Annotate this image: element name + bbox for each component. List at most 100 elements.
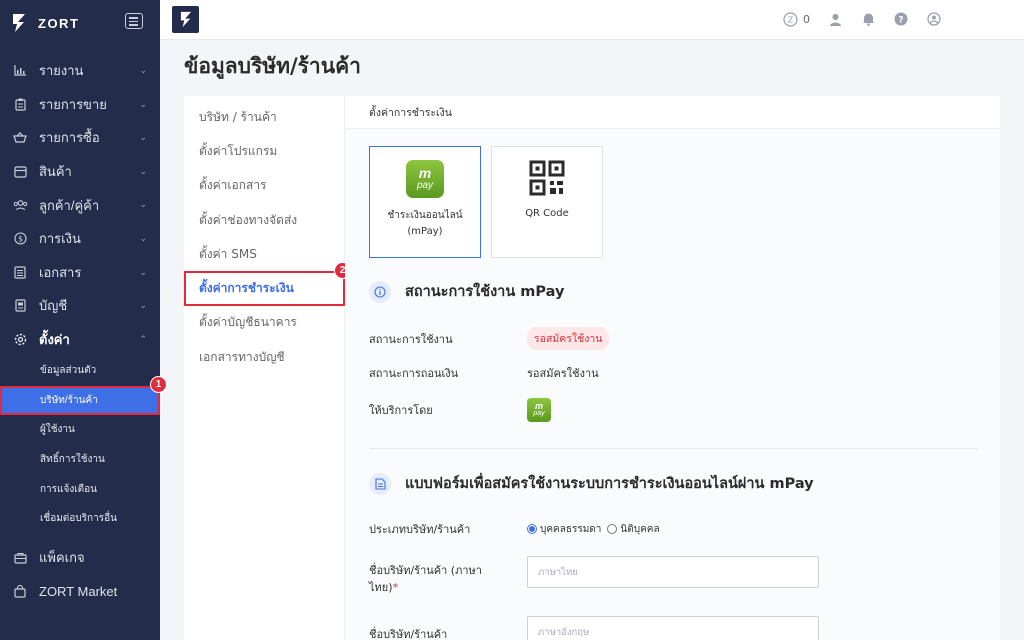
status-badge: รอสมัครใช้งาน — [527, 327, 610, 350]
settings-menu-bank[interactable]: ตั้งค่าบัญชีธนาคาร — [184, 306, 345, 340]
brand[interactable]: ZORT — [12, 10, 79, 36]
chevron-down-icon: ⌄ — [139, 233, 147, 244]
sidebar-item-purchases[interactable]: รายการซื้อ ⌄ — [0, 121, 160, 155]
sidebar-item-label: รายงาน — [39, 63, 84, 79]
provider-row: ให้บริการโดย m pay — [369, 398, 551, 422]
topbar-actions: Z 0 ? — [782, 11, 942, 27]
radio-individual[interactable]: บุคคลธรรมดา — [527, 522, 601, 537]
sidebar-item-label: ZORT Market — [39, 583, 118, 599]
dollar-icon: $ — [12, 231, 28, 247]
box-icon — [12, 164, 28, 180]
sidebar-item-label: การเงิน — [39, 231, 81, 247]
company-name-en-input[interactable]: ภาษาอังกฤษ — [527, 616, 819, 640]
sidebar-item-package[interactable]: แพ็คเกจ — [0, 541, 160, 575]
withdraw-status-value: รอสมัครใช้งาน — [527, 367, 599, 380]
submenu-users[interactable]: ผู้ใช้งาน — [0, 415, 160, 445]
settings-menu-payment[interactable]: ตั้งค่าการชำระเงิน — [184, 271, 345, 306]
svg-text:?: ? — [898, 16, 903, 26]
settings-menu: บริษัท / ร้านค้า ตั้งค่าโปรแกรม ตั้งค่าเ… — [184, 96, 351, 640]
chevron-down-icon: ⌄ — [139, 66, 147, 76]
settings-menu-shipping[interactable]: ตั้งค่าช่องทางจัดส่ง — [184, 203, 345, 237]
payment-settings-content: ตั้งค่าการชำระเงิน m pay ชำระเงินออนไลน์… — [345, 96, 1000, 640]
clipboard-icon — [12, 96, 28, 112]
card-label: QR Code — [525, 208, 569, 219]
coin-icon[interactable]: Z — [782, 11, 798, 27]
company-name-th-input[interactable]: ภาษาไทย — [527, 556, 819, 588]
chevron-down-icon: ⌄ — [139, 166, 147, 177]
account-icon[interactable] — [926, 11, 942, 27]
withdraw-status-row: สถานะการถอนเงิน รอสมัครใช้งาน — [369, 364, 599, 382]
sidebar-item-label: ตั้งค่า — [39, 332, 70, 348]
users-icon — [12, 197, 28, 213]
sidebar-item-report[interactable]: รายงาน ⌄ — [0, 54, 160, 88]
chevron-down-icon: ⌄ — [139, 267, 147, 278]
submenu-permissions[interactable]: สิทธิ์การใช้งาน — [0, 445, 160, 475]
submenu-company-label: บริษัท/ร้านค้า — [40, 394, 98, 406]
basket-icon — [12, 130, 28, 146]
user-icon[interactable] — [827, 11, 843, 27]
divider — [369, 448, 977, 449]
topbar: Z 0 ? — [160, 0, 1024, 40]
status-row: สถานะการใช้งาน รอสมัครใช้งาน — [369, 327, 610, 350]
zort-logo-icon[interactable] — [172, 6, 199, 33]
document-icon — [369, 472, 391, 495]
gear-icon — [12, 332, 28, 348]
sidebar-item-finance[interactable]: $ การเงิน ⌄ — [0, 222, 160, 256]
chevron-down-icon: ⌄ — [139, 99, 147, 110]
settings-menu-accounting-docs[interactable]: เอกสารทางบัญชี — [184, 340, 345, 374]
mpay-form-heading: แบบฟอร์มเพื่อสมัครใช้งานระบบการชำระเงินอ… — [369, 472, 814, 495]
mpay-status-heading: สถานะการใช้งาน mPay — [369, 280, 564, 303]
sidebar-bottom-nav: แพ็คเกจ ZORT Market — [0, 541, 160, 608]
sidebar-item-accounting[interactable]: บัญชี ⌄ — [0, 289, 160, 323]
settings-menu-company[interactable]: บริษัท / ร้านค้า — [184, 100, 345, 134]
bell-icon[interactable] — [860, 11, 876, 27]
svg-text:$: $ — [17, 235, 22, 244]
payment-card-qr[interactable]: QR Code — [491, 146, 603, 258]
svg-text:Z: Z — [787, 15, 793, 24]
sidebar-item-sales[interactable]: รายการขาย ⌄ — [0, 88, 160, 122]
sidebar-item-label: บัญชี — [39, 298, 68, 314]
sidebar-item-customers[interactable]: ลูกค้า/คู่ค้า ⌄ — [0, 188, 160, 222]
chevron-down-icon: ⌄ — [139, 200, 147, 211]
mpay-logo-icon: m pay — [527, 398, 551, 422]
document-icon — [12, 264, 28, 280]
help-icon[interactable]: ? — [893, 11, 909, 27]
package-icon — [12, 550, 28, 566]
payment-method-cards: m pay ชำระเงินออนไลน์ (mPay) QR Code — [369, 146, 603, 258]
required-mark: * — [392, 581, 399, 594]
bar-chart-icon — [12, 63, 28, 79]
settings-submenu: ข้อมูลส่วนตัว บริษัท/ร้านค้า ผู้ใช้งาน ส… — [0, 356, 160, 534]
info-icon — [369, 280, 391, 303]
sidebar-item-market[interactable]: ZORT Market — [0, 575, 160, 609]
payment-card-mpay[interactable]: m pay ชำระเงินออนไลน์ (mPay) — [369, 146, 481, 258]
submenu-profile[interactable]: ข้อมูลส่วนตัว — [0, 356, 160, 386]
settings-menu-program[interactable]: ตั้งค่าโปรแกรม — [184, 134, 345, 168]
sidebar-item-label: สินค้า — [39, 164, 72, 180]
sidebar-item-products[interactable]: สินค้า ⌄ — [0, 155, 160, 189]
sidebar-item-documents[interactable]: เอกสาร ⌄ — [0, 256, 160, 290]
qr-code-icon — [529, 160, 565, 196]
settings-menu-documents[interactable]: ตั้งค่าเอกสาร — [184, 169, 345, 203]
sidebar-item-label: แพ็คเกจ — [39, 550, 85, 566]
radio-juristic[interactable]: นิติบุคคล — [607, 522, 660, 537]
sidebar-item-label: เอกสาร — [39, 264, 82, 280]
submenu-integrations[interactable]: เชื่อมต่อบริการอื่น — [0, 504, 160, 534]
submenu-company[interactable]: บริษัท/ร้านค้า — [0, 385, 160, 416]
card-label: ชำระเงินออนไลน์ (mPay) — [387, 210, 463, 237]
sidebar-nav: รายงาน ⌄ รายการขาย ⌄ รายการซื้อ ⌄ สินค้า… — [0, 54, 160, 356]
company-type-row: ประเภทบริษัท/ร้านค้า บุคคลธรรมดา นิติบุค… — [369, 522, 660, 537]
ledger-icon — [12, 298, 28, 314]
sidebar-item-label: รายการซื้อ — [39, 130, 100, 146]
mpay-logo-icon: m pay — [406, 160, 444, 198]
page-title: ข้อมูลบริษัท/ร้านค้า — [184, 54, 361, 78]
step-marker-1: 1 — [150, 376, 167, 393]
hamburger-menu-icon[interactable] — [125, 13, 143, 29]
section-header: ตั้งค่าการชำระเงิน — [345, 96, 1000, 129]
brand-name: ZORT — [38, 15, 80, 31]
chevron-up-icon: ⌃ — [139, 334, 147, 345]
settings-menu-sms[interactable]: ตั้งค่า SMS — [184, 237, 345, 271]
zort-logo-icon — [13, 14, 25, 32]
shopping-bag-icon — [12, 583, 28, 599]
sidebar-item-settings[interactable]: ตั้งค่า ⌃ — [0, 323, 160, 357]
submenu-notifications[interactable]: การแจ้งเตือน — [0, 474, 160, 504]
